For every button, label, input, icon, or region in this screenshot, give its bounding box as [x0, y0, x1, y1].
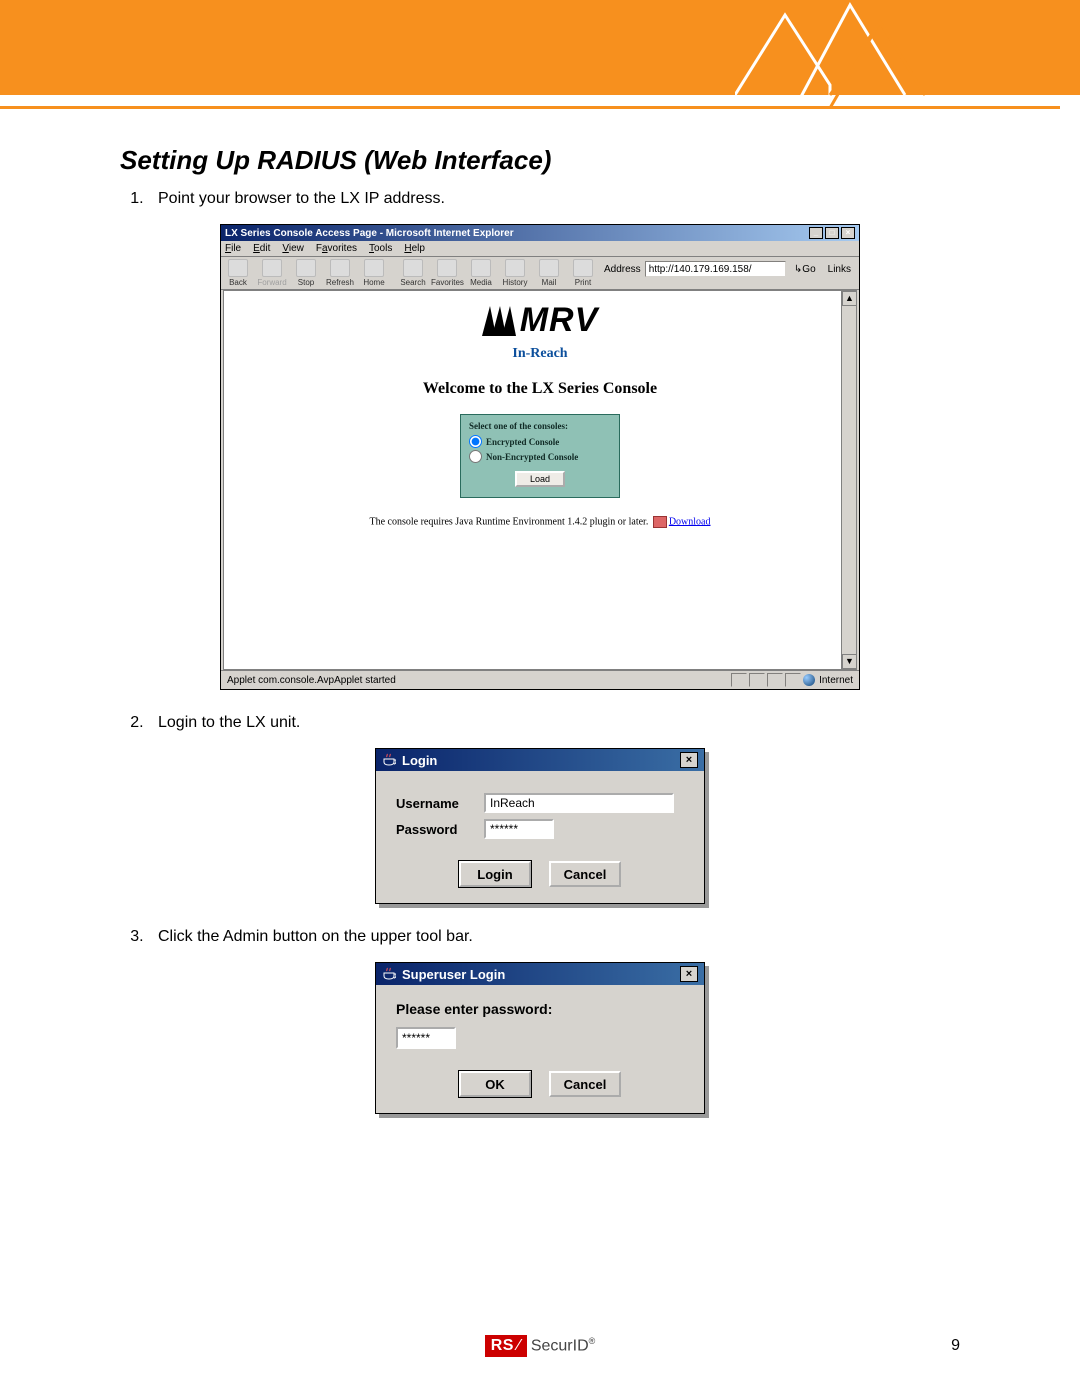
java-icon: [382, 753, 396, 767]
menu-view[interactable]: View: [282, 243, 304, 254]
menu-help[interactable]: Help: [404, 243, 425, 254]
status-box: [785, 673, 801, 687]
superuser-dialog-body: Please enter password: OK Cancel: [376, 985, 704, 1113]
print-button[interactable]: Print: [566, 257, 600, 289]
ie-titlebar: LX Series Console Access Page - Microsof…: [221, 225, 859, 241]
nonencrypted-console-radio[interactable]: Non-Encrypted Console: [469, 450, 611, 463]
ie-window-title: LX Series Console Access Page - Microsof…: [225, 228, 514, 239]
page-footer: RS ⁄ SecurID® 9: [0, 1335, 1080, 1357]
history-button[interactable]: History: [498, 257, 532, 289]
media-button[interactable]: Media: [464, 257, 498, 289]
mrv-logo: MRV: [482, 301, 599, 340]
minimize-icon[interactable]: _: [809, 227, 823, 239]
username-label: Username: [396, 796, 474, 811]
download-icon: [653, 516, 667, 528]
home-button[interactable]: Home: [357, 257, 391, 289]
login-button[interactable]: Login: [459, 861, 531, 887]
scrollbar[interactable]: ▲ ▼: [841, 291, 856, 669]
console-box-header: Select one of the consoles:: [469, 421, 611, 431]
superuser-dialog-titlebar: Superuser Login ×: [376, 963, 704, 985]
ie-toolbar: Back Forward Stop Refresh Home Search Fa…: [221, 257, 859, 290]
login-dialog-title: Login: [402, 753, 437, 768]
login-dialog-titlebar: Login ×: [376, 749, 704, 771]
ie-menubar: File Edit View Favorites Tools Help: [221, 241, 859, 257]
refresh-button[interactable]: Refresh: [323, 257, 357, 289]
login-dialog: Login × Username Password Login Cancel: [375, 748, 705, 904]
superuser-prompt: Please enter password:: [396, 1001, 684, 1017]
step-3: Click the Admin button on the upper tool…: [148, 928, 960, 946]
favorites-button[interactable]: Favorites: [430, 257, 464, 289]
section-title: Setting Up RADIUS (Web Interface): [120, 145, 960, 176]
forward-button[interactable]: Forward: [255, 257, 289, 289]
password-input[interactable]: [484, 819, 554, 839]
ie-statusbar: Applet com.console.AvpApplet started Int…: [221, 670, 859, 689]
address-bar: Address ↳Go Links: [600, 257, 859, 281]
status-right: Internet: [731, 673, 853, 687]
ie-window: LX Series Console Access Page - Microsof…: [220, 224, 860, 690]
welcome-text: Welcome to the LX Series Console: [423, 380, 657, 398]
ie-viewport: ▲ ▼ MRV In-Reach Welcome to the LX Serie…: [223, 290, 857, 670]
superuser-password-input[interactable]: [396, 1027, 456, 1049]
superuser-dialog: Superuser Login × Please enter password:…: [375, 962, 705, 1114]
inreach-text: In-Reach: [512, 346, 567, 362]
menu-tools[interactable]: Tools: [369, 243, 392, 254]
maximize-icon[interactable]: □: [825, 227, 839, 239]
mountain-logo-icon: [735, 0, 925, 108]
close-icon[interactable]: ×: [680, 966, 698, 982]
close-icon[interactable]: ×: [841, 227, 855, 239]
load-button[interactable]: Load: [515, 471, 565, 487]
go-button[interactable]: ↳Go: [790, 264, 820, 275]
links-button[interactable]: Links: [824, 264, 855, 275]
status-box: [731, 673, 747, 687]
mrv-logo-text: MRV: [520, 301, 599, 340]
figure-superuser-dialog: Superuser Login × Please enter password:…: [120, 962, 960, 1114]
figure-browser: LX Series Console Access Page - Microsof…: [120, 224, 960, 690]
page-content: Setting Up RADIUS (Web Interface) Point …: [120, 145, 960, 1114]
steps-list-3: Click the Admin button on the upper tool…: [148, 928, 960, 946]
username-input[interactable]: [484, 793, 674, 813]
ok-button[interactable]: OK: [459, 1071, 531, 1097]
rsa-securid-logo: RS ⁄ SecurID®: [485, 1335, 596, 1357]
search-button[interactable]: Search: [396, 257, 430, 289]
zone-text: Internet: [819, 675, 853, 686]
menu-favorites[interactable]: Favorites: [316, 243, 357, 254]
stop-button[interactable]: Stop: [289, 257, 323, 289]
download-link[interactable]: Download: [669, 516, 711, 527]
cancel-button[interactable]: Cancel: [549, 1071, 621, 1097]
scroll-up-icon[interactable]: ▲: [842, 291, 857, 306]
step-1: Point your browser to the LX IP address.: [148, 190, 960, 208]
cancel-button[interactable]: Cancel: [549, 861, 621, 887]
console-select-box: Select one of the consoles: Encrypted Co…: [460, 414, 620, 498]
java-icon: [382, 967, 396, 981]
encrypted-radio-input[interactable]: [469, 435, 482, 448]
address-input[interactable]: [645, 261, 786, 277]
mail-button[interactable]: Mail: [532, 257, 566, 289]
status-box: [767, 673, 783, 687]
page-number: 9: [951, 1337, 960, 1355]
page-header: [0, 0, 1080, 105]
steps-list-2: Login to the LX unit.: [148, 714, 960, 732]
address-label: Address: [604, 264, 641, 275]
status-box: [749, 673, 765, 687]
java-requirement-note: The console requires Java Runtime Enviro…: [370, 516, 711, 528]
scroll-down-icon[interactable]: ▼: [842, 654, 857, 669]
header-rule: [0, 106, 1060, 109]
nonencrypted-radio-input[interactable]: [469, 450, 482, 463]
password-label: Password: [396, 822, 474, 837]
step-2: Login to the LX unit.: [148, 714, 960, 732]
rsa-mark-icon: RS ⁄: [485, 1335, 527, 1357]
login-dialog-body: Username Password Login Cancel: [376, 771, 704, 903]
status-left-text: Applet com.console.AvpApplet started: [227, 675, 396, 686]
superuser-dialog-title: Superuser Login: [402, 967, 505, 982]
encrypted-console-radio[interactable]: Encrypted Console: [469, 435, 611, 448]
close-icon[interactable]: ×: [680, 752, 698, 768]
menu-edit[interactable]: Edit: [253, 243, 270, 254]
mrv-mark-icon: [482, 306, 516, 336]
steps-list: Point your browser to the LX IP address.: [148, 190, 960, 208]
figure-login-dialog: Login × Username Password Login Cancel: [120, 748, 960, 904]
securid-text: SecurID®: [531, 1336, 595, 1355]
menu-file[interactable]: File: [225, 243, 241, 254]
globe-icon: [803, 674, 815, 686]
back-button[interactable]: Back: [221, 257, 255, 289]
